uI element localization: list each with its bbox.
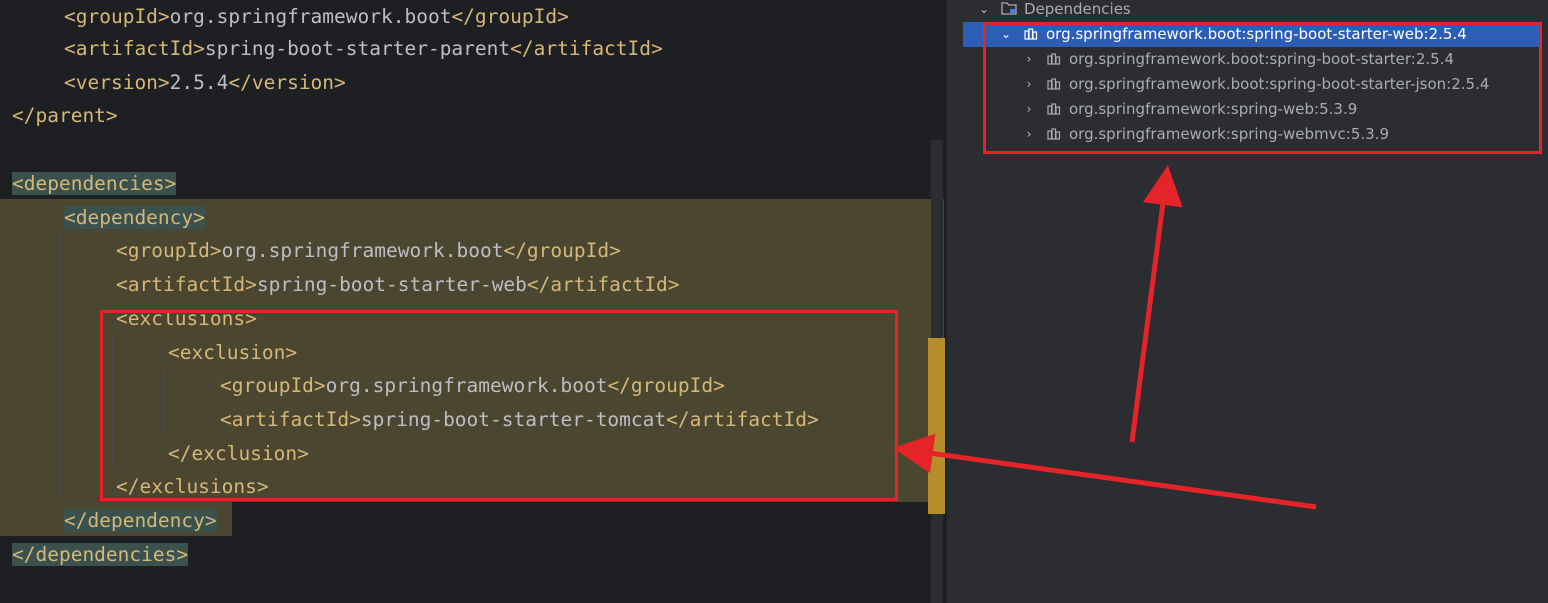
tree-item-dependencies-root[interactable]: ⌄ Dependencies [947,0,1548,22]
code-line[interactable]: <dependency> [0,201,205,235]
xml-close-tag: </artifactId> [510,37,663,60]
xml-close-tag: </version> [228,71,346,94]
chevron-down-icon[interactable]: ⌄ [977,0,991,22]
xml-close-tag-matched: </dependencies> [12,543,189,566]
xml-open-tag: <artifactId> [116,273,257,296]
code-line[interactable]: <groupId>org.springframework.boot</group… [0,0,569,34]
xml-open-tag: <version> [64,71,170,94]
editor-scrollbar-thumb[interactable] [928,338,945,514]
code-line[interactable]: </dependency> [0,504,217,538]
annotation-box-dependency-tree [983,22,1542,154]
code-line[interactable]: </dependencies> [0,538,189,572]
xml-text: spring-boot-starter-parent [204,37,511,60]
xml-close-tag: </artifactId> [526,273,680,296]
annotation-box-exclusions [100,310,898,501]
code-line[interactable]: <groupId>org.springframework.boot</group… [0,234,621,268]
xml-open-tag: <groupId> [64,5,170,28]
xml-text: org.springframework.boot [221,239,504,262]
xml-close-tag-matched: </dependency> [64,509,217,532]
xml-open-tag: <groupId> [116,239,222,262]
xml-text: org.springframework.boot [169,5,452,28]
xml-text: 2.5.4 [169,71,229,94]
code-editor[interactable]: <groupId>org.springframework.boot</group… [0,0,946,603]
xml-open-tag-matched: <dependencies> [12,172,177,195]
folder-icon [1001,2,1017,15]
code-line[interactable]: <artifactId>spring-boot-starter-parent</… [0,32,663,66]
xml-open-tag-matched: <dependency> [64,206,205,229]
code-line[interactable]: <artifactId>spring-boot-starter-web</art… [0,268,680,302]
xml-close-tag: </groupId> [503,239,621,262]
code-line[interactable]: <version>2.5.4</version> [0,66,346,100]
xml-text: spring-boot-starter-web [256,273,527,296]
tree-item-label: Dependencies [1024,0,1131,18]
xml-close-tag: </parent> [12,104,118,127]
code-line[interactable]: </parent> [0,99,118,133]
code-line[interactable]: <dependencies> [0,167,177,201]
xml-close-tag: </groupId> [451,5,569,28]
xml-open-tag: <artifactId> [64,37,205,60]
